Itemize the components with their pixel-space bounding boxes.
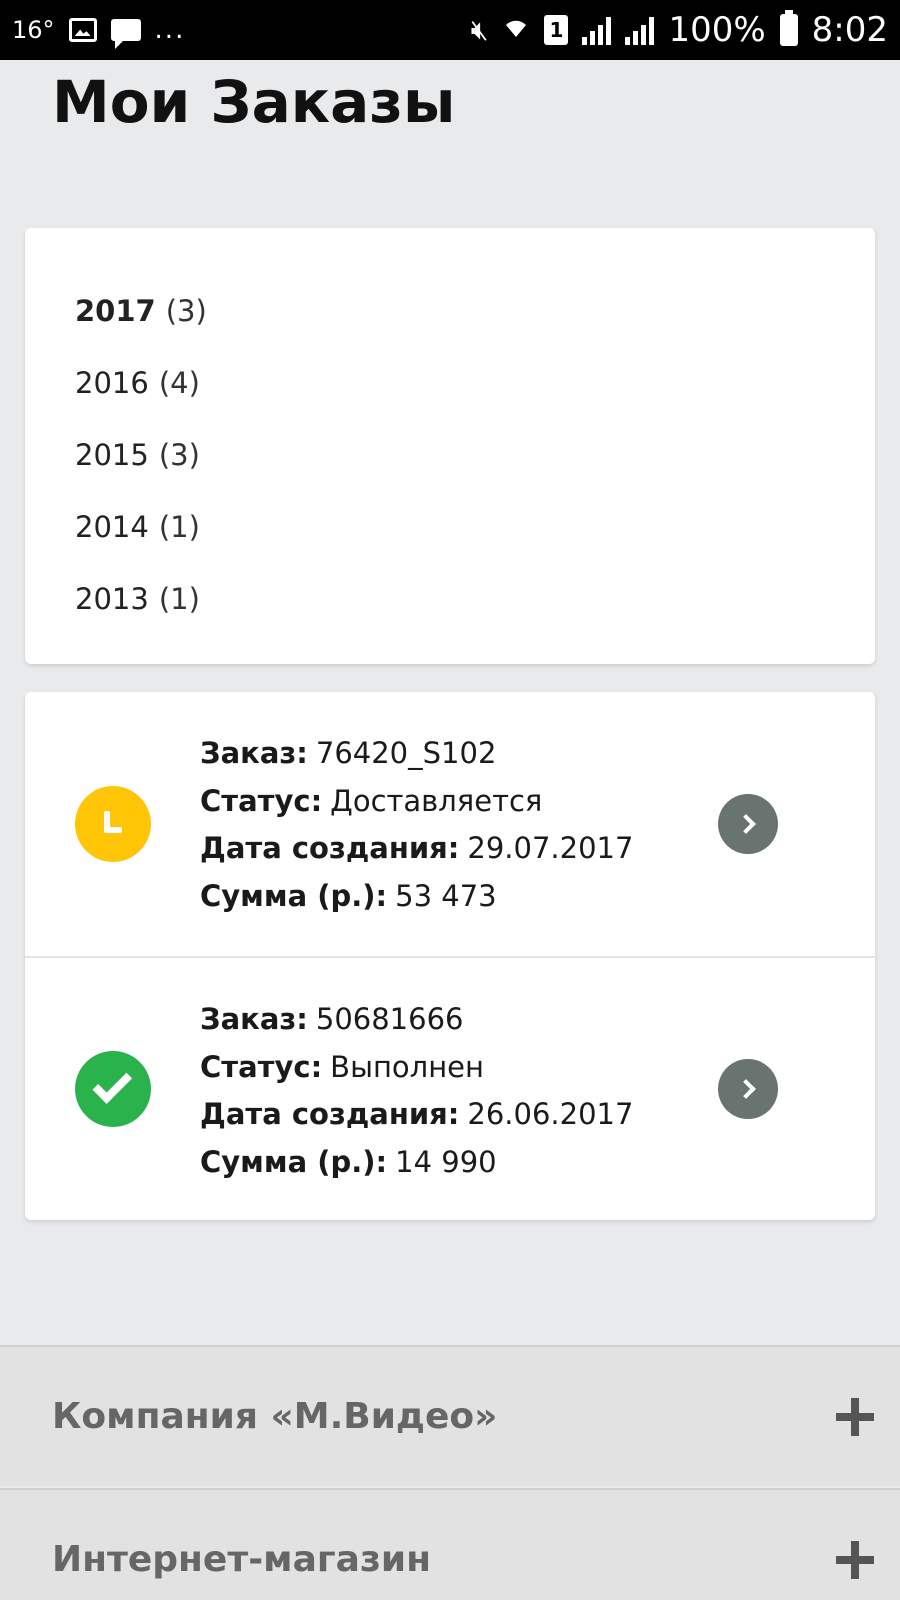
signal-icon-2 [625,15,655,45]
year-filter-2016[interactable]: 2016 (4) [25,347,875,419]
order-date-value: 29.07.2017 [467,831,634,865]
year-label: 2013 [75,582,149,616]
accordion-online-store[interactable]: Интернет-магазин [0,1488,900,1600]
order-sum-label: Сумма (р.): [200,1144,388,1179]
status-bar-right: 🔇︎ 1 100% 8:02 [471,10,888,50]
year-label: 2014 [75,510,149,544]
clock-icon [75,786,151,862]
battery-percent: 100% [668,10,766,50]
year-label: 2016 [75,366,149,400]
order-status-line: Статус: Доставляется [200,778,633,826]
order-details: Заказ: 50681666 Статус: Выполнен Дата созд… [200,996,633,1186]
order-status-label: Статус: [200,1049,323,1084]
order-number-line: Заказ: 76420_S102 [200,730,633,778]
accordion-label: Компания «М.Видео» [52,1396,498,1437]
order-number-label: Заказ: [200,1002,308,1036]
order-date-value: 26.06.2017 [467,1097,634,1131]
order-details: Заказ: 76420_S102 Статус: Доставляется Дат… [200,730,633,920]
order-status-value: Доставляется [330,783,543,818]
image-icon [68,18,97,42]
order-sum-line: Сумма (р.): 14 990 [200,1139,633,1187]
battery-icon [779,10,798,46]
year-count: (1) [158,510,200,544]
order-status-label: Статус: [200,783,323,818]
chevron-right-icon [735,814,756,834]
open-order-button[interactable] [718,1059,778,1119]
chevron-right-icon [735,1079,756,1099]
year-filter-2017[interactable]: 2017 (3) [25,275,875,347]
check-mark [92,1064,133,1104]
mute-icon: 🔇︎ [470,13,489,46]
wifi-icon [502,13,530,48]
plus-icon[interactable] [836,1540,874,1579]
year-count: (3) [165,294,207,328]
sim-icon: 1 [544,15,569,45]
orders-list-card: Заказ: 76420_S102 Статус: Доставляется Дат… [25,692,875,1220]
order-sum-label: Сумма (р.): [200,878,388,913]
year-filter-2013[interactable]: 2013 (1) [25,563,875,635]
message-icon [110,19,141,49]
order-sum-value: 53 473 [395,878,497,913]
year-label: 2017 [75,294,156,328]
order-date-line: Дата создания: 29.07.2017 [200,825,633,873]
order-date-line: Дата создания: 26.06.2017 [200,1091,633,1139]
year-filter-2014[interactable]: 2014 (1) [25,491,875,563]
order-row[interactable]: Заказ: 76420_S102 Статус: Доставляется Дат… [25,692,875,956]
clock-time: 8:02 [811,10,888,50]
order-date-label: Дата создания: [200,1097,460,1131]
check-icon [75,1051,151,1127]
year-filter-2015[interactable]: 2015 (3) [25,419,875,491]
year-label: 2015 [75,438,149,472]
order-sum-line: Сумма (р.): 53 473 [200,873,633,921]
status-bar-left: 16° ... [12,15,186,49]
open-order-button[interactable] [718,794,778,854]
order-number-line: Заказ: 50681666 [200,996,633,1044]
clock-hands [98,809,128,839]
order-number-value: 50681666 [315,1002,464,1036]
year-count: (4) [158,366,200,400]
more-notifications: ... [154,15,186,45]
signal-icon [582,15,612,45]
temperature: 16° [12,16,55,44]
order-number-value: 76420_S102 [315,736,497,770]
year-filter-card: 2017 (3) 2016 (4) 2015 (3) 2014 (1) 2013… [25,228,875,664]
order-sum-value: 14 990 [395,1144,497,1179]
accordion-label: Интернет-магазин [52,1539,431,1580]
year-count: (1) [158,582,200,616]
year-count: (3) [158,438,200,472]
status-bar: 16° ... 🔇︎ 1 100% 8:02 [0,0,900,60]
page-title: Мои Заказы [52,68,456,136]
order-row[interactable]: Заказ: 50681666 Статус: Выполнен Дата созд… [25,956,875,1220]
order-status-value: Выполнен [330,1049,484,1084]
plus-icon[interactable] [836,1397,874,1436]
order-date-label: Дата создания: [200,831,460,865]
order-status-line: Статус: Выполнен [200,1044,633,1092]
accordion-company[interactable]: Компания «М.Видео» [0,1345,900,1486]
order-number-label: Заказ: [200,736,308,770]
